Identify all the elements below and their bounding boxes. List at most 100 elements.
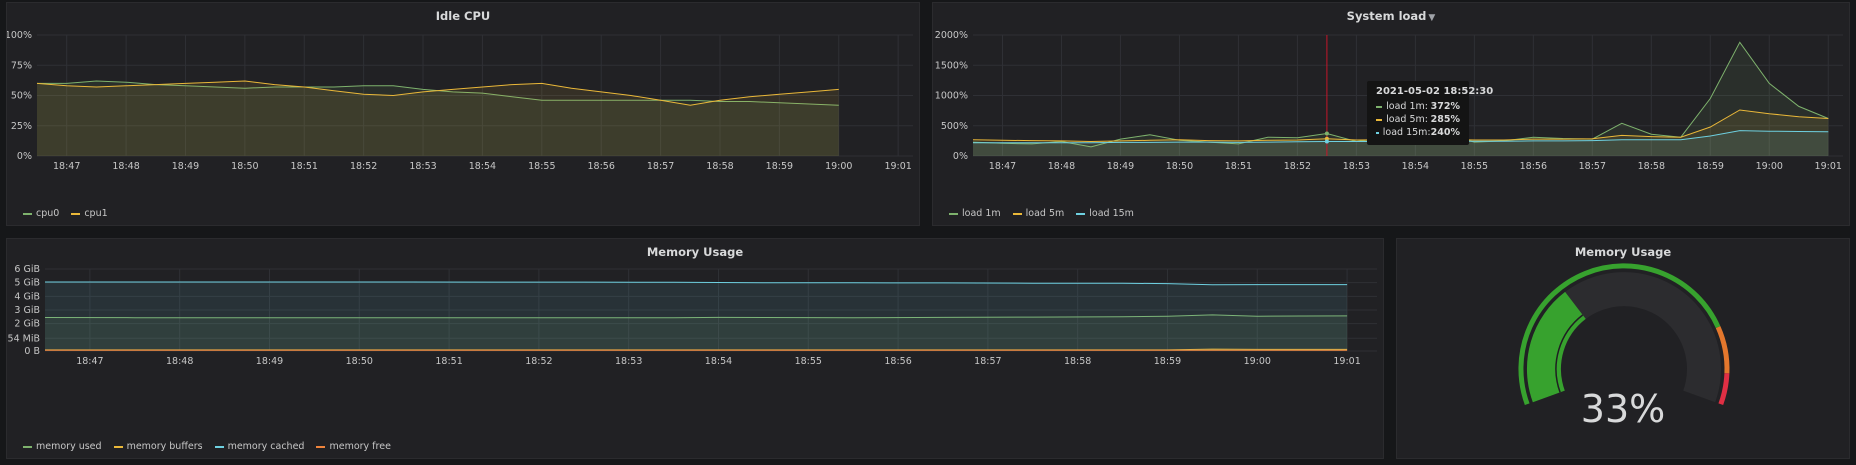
idle-cpu-chart[interactable]: 0% 25% 50% 75% 100% 18:47 18:48 18:49 18:50 18:51… xyxy=(7,3,921,227)
x-tick-label: 18:54 xyxy=(1402,161,1429,172)
y-tick-label: 0 B xyxy=(24,346,40,357)
legend-label: load 15m xyxy=(1089,208,1134,219)
y-tick-label: 1000% xyxy=(935,91,968,102)
x-tick-label: 18:56 xyxy=(588,161,615,172)
x-tick-label: 18:52 xyxy=(350,161,377,172)
tooltip-series-value: 372% xyxy=(1430,101,1460,112)
y-tick-label: 1500% xyxy=(935,60,968,71)
x-tick-label: 18:51 xyxy=(291,161,318,172)
panel-system-load: System load ▼ 0% 500% 1000% 1500% 2000% 18:47 1… xyxy=(932,2,1850,226)
hover-point xyxy=(1324,139,1329,144)
y-tick-label: 75% xyxy=(11,60,32,71)
legend-item-load-15m[interactable]: load 15m xyxy=(1076,208,1134,219)
legend-item-cpu1[interactable]: cpu1 xyxy=(71,208,108,219)
x-tick-label: 18:52 xyxy=(1284,161,1311,172)
x-tick-label: 18:50 xyxy=(346,356,373,367)
legend: memory used memory buffers memory cached… xyxy=(23,441,391,452)
x-tick-label: 19:01 xyxy=(884,161,911,172)
x-tick-label: 18:57 xyxy=(647,161,674,172)
legend-swatch xyxy=(1076,212,1086,215)
series-area-cpu1 xyxy=(37,81,839,156)
x-tick-label: 18:53 xyxy=(409,161,436,172)
x-tick-label: 18:56 xyxy=(884,356,911,367)
tooltip-row: load 1m: 372% xyxy=(1376,100,1460,113)
legend-item-load-5m[interactable]: load 5m xyxy=(1012,208,1065,219)
y-tick-label: 0% xyxy=(953,151,968,162)
y-tick-label: 25% xyxy=(11,121,32,132)
tooltip-time: 2021-05-02 18:52:30 xyxy=(1376,86,1494,97)
x-tick-label: 18:59 xyxy=(1697,161,1724,172)
graph-tooltip: 2021-05-02 18:52:30 load 1m: 372% load 5… xyxy=(1367,81,1494,145)
y-tick-label: 100% xyxy=(7,30,32,41)
legend-item-memory-cached[interactable]: memory cached xyxy=(214,441,305,452)
legend: cpu0 cpu1 xyxy=(23,208,108,219)
y-tick-label: 2 GiB xyxy=(14,319,40,330)
x-tick-label: 18:57 xyxy=(1579,161,1606,172)
legend-label: cpu0 xyxy=(36,208,60,219)
x-tick-label: 18:50 xyxy=(231,161,258,172)
y-tick-label: 50% xyxy=(11,91,32,102)
x-tick-label: 18:52 xyxy=(525,356,552,367)
tooltip-series-name: load 5m: xyxy=(1386,114,1428,125)
hover-point xyxy=(1324,131,1329,136)
x-tick-label: 19:00 xyxy=(1244,356,1271,367)
tooltip-swatch xyxy=(1376,118,1383,121)
x-tick-label: 18:55 xyxy=(1461,161,1488,172)
x-tick-label: 18:53 xyxy=(615,356,642,367)
y-tick-label: 0% xyxy=(17,151,32,162)
legend-item-memory-used[interactable]: memory used xyxy=(23,441,102,452)
legend-swatch xyxy=(71,212,81,215)
x-tick-label: 18:55 xyxy=(795,356,822,367)
x-tick-label: 18:58 xyxy=(1638,161,1665,172)
legend-swatch xyxy=(214,445,224,448)
x-tick-label: 19:01 xyxy=(1815,161,1842,172)
x-tick-label: 19:00 xyxy=(825,161,852,172)
legend-label: load 1m xyxy=(962,208,1001,219)
legend-swatch xyxy=(1012,212,1022,215)
x-tick-label: 18:49 xyxy=(172,161,199,172)
legend-label: memory free xyxy=(329,441,391,452)
x-tick-label: 18:58 xyxy=(706,161,733,172)
legend-item-memory-buffers[interactable]: memory buffers xyxy=(113,441,203,452)
x-tick-label: 18:47 xyxy=(76,356,103,367)
legend-swatch xyxy=(949,212,958,215)
tooltip-series-value: 285% xyxy=(1430,114,1460,125)
x-tick-label: 18:59 xyxy=(1154,356,1181,367)
x-tick-label: 18:53 xyxy=(1343,161,1370,172)
y-tick-label: 954 MiB xyxy=(7,333,40,344)
x-tick-label: 18:49 xyxy=(256,356,283,367)
y-tick-label: 6 GiB xyxy=(14,264,40,275)
x-tick-label: 18:50 xyxy=(1166,161,1193,172)
x-tick-label: 19:01 xyxy=(1333,356,1360,367)
tooltip-series-name: load 15m: xyxy=(1382,127,1431,138)
panel-memory-usage: Memory Usage 0 B954 MiB2 GiB3 GiB4 GiB5 … xyxy=(6,238,1384,459)
legend-item-cpu0[interactable]: cpu0 xyxy=(23,208,59,219)
series-area-memory-cached xyxy=(45,282,1348,351)
x-tick-label: 18:51 xyxy=(1225,161,1252,172)
legend-swatch xyxy=(23,212,32,215)
x-tick-label: 18:54 xyxy=(705,356,732,367)
x-tick-label: 18:47 xyxy=(53,161,80,172)
y-tick-label: 3 GiB xyxy=(14,305,40,316)
legend-label: memory cached xyxy=(227,441,305,452)
legend: load 1m load 5m load 15m xyxy=(949,208,1134,219)
legend-item-load-1m[interactable]: load 1m xyxy=(949,208,1001,219)
x-tick-label: 18:58 xyxy=(1064,356,1091,367)
tooltip-series-name: load 1m: xyxy=(1386,101,1428,112)
memory-usage-chart[interactable]: 0 B 954 MiB 2 GiB 3 GiB 4 GiB 5 GiB 6 GiB 18:47… xyxy=(7,239,1385,460)
x-tick-label: 18:55 xyxy=(528,161,555,172)
tooltip-row: load 5m: 285% xyxy=(1376,113,1460,126)
x-tick-label: 18:57 xyxy=(974,356,1001,367)
tooltip-swatch xyxy=(1376,131,1379,134)
x-tick-label: 18:56 xyxy=(1520,161,1547,172)
legend-item-memory-free[interactable]: memory free xyxy=(316,441,391,452)
legend-label: load 5m xyxy=(1025,208,1065,219)
gauge-value: 33% xyxy=(1580,387,1666,431)
legend-label: cpu1 xyxy=(84,208,108,219)
x-tick-label: 18:51 xyxy=(435,356,462,367)
panel-memory-gauge: Memory Usage 33% xyxy=(1396,238,1850,459)
gauge-value-arc xyxy=(1526,291,1587,403)
x-tick-label: 18:59 xyxy=(766,161,793,172)
x-tick-label: 18:47 xyxy=(989,161,1016,172)
x-tick-label: 18:49 xyxy=(1107,161,1134,172)
